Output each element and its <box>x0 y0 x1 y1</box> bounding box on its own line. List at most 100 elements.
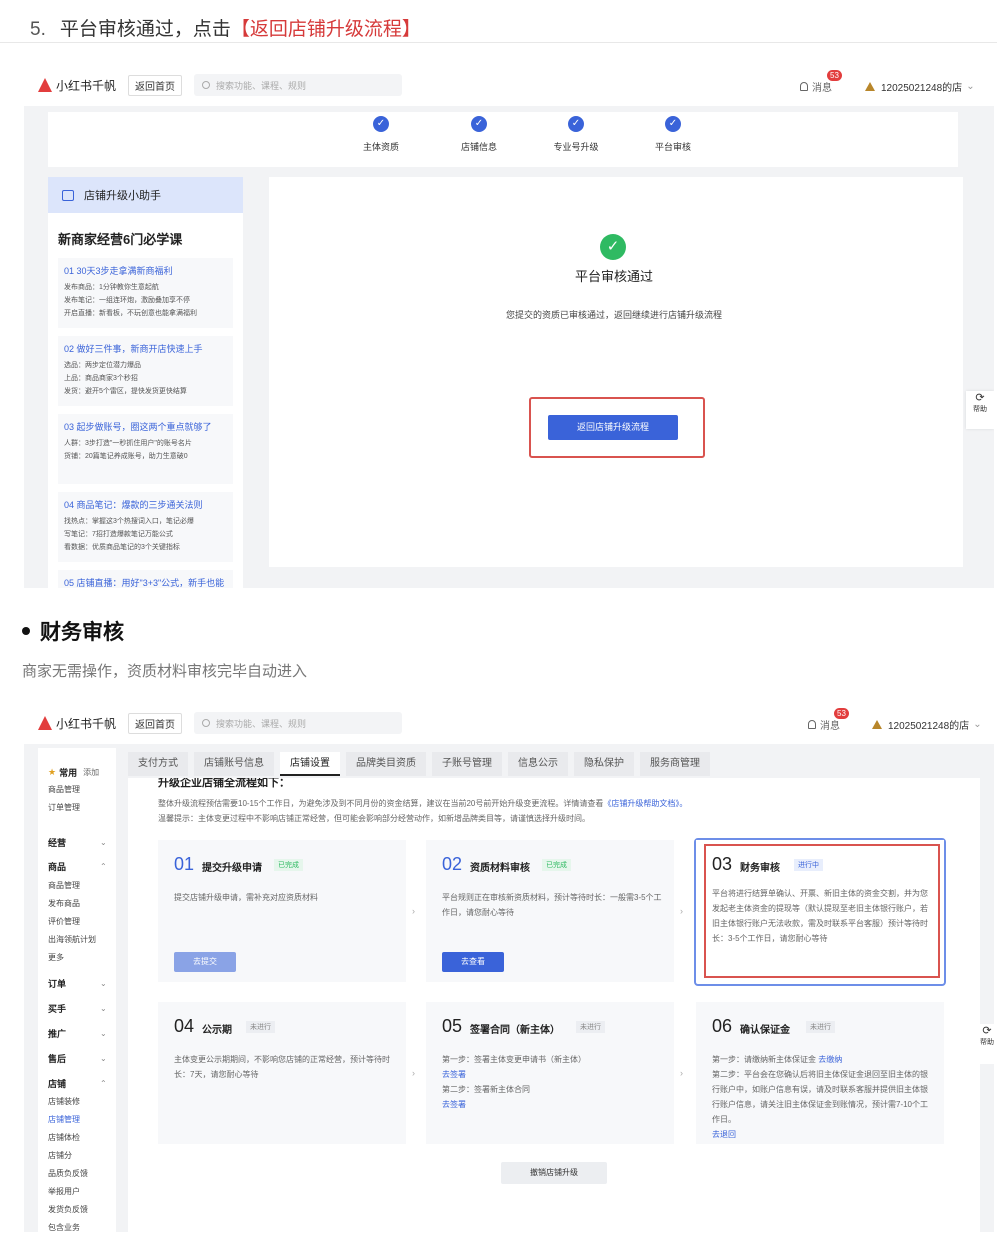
sidebar-fav[interactable]: ★ 常用 添加 <box>48 766 108 779</box>
home-button[interactable]: 返回首页 <box>128 74 183 96</box>
logo-icon <box>38 716 52 730</box>
sidebar-item-active[interactable]: 店铺管理 <box>48 1114 80 1125</box>
sidebar-item[interactable]: 订单管理 <box>48 802 80 813</box>
message-count-badge: 53 <box>834 708 849 719</box>
sidebar-item[interactable]: 店铺分 <box>48 1150 72 1161</box>
sidebar-group-goods[interactable]: 商品 ⌃ <box>48 860 108 873</box>
view-button[interactable]: 去查看 <box>442 952 504 972</box>
tab-disclosure[interactable]: 信息公示 <box>508 752 568 776</box>
tab-brand[interactable]: 品牌类目资质 <box>346 752 426 776</box>
tab-payment[interactable]: 支付方式 <box>128 752 188 776</box>
step-item: ✓ 平台审核 <box>654 116 691 152</box>
sidebar-group-orders[interactable]: 订单 ⌄ <box>48 977 108 990</box>
sidebar-item[interactable]: 商品管理 <box>48 880 80 891</box>
shop-menu[interactable]: 12025021248的店 ⌄ <box>865 79 975 94</box>
chevron-up-icon: ⌃ <box>100 1079 107 1088</box>
assistant-icon <box>62 189 74 201</box>
chevron-right-icon: › <box>412 1068 415 1078</box>
refund-link[interactable]: 去退回 <box>712 1127 932 1142</box>
tab-provider[interactable]: 服务商管理 <box>640 752 710 776</box>
sidebar-item[interactable]: 品质负反馈 <box>48 1168 88 1179</box>
sidebar-item[interactable]: 举报用户 <box>48 1186 80 1197</box>
success-check-icon: ✓ <box>600 234 626 260</box>
check-icon: ✓ <box>471 116 487 132</box>
sidebar-item[interactable]: 评价管理 <box>48 916 80 927</box>
sidebar-item[interactable]: 发货负反馈 <box>48 1204 88 1215</box>
step-instruction: 5. 平台审核通过，点击【返回店铺升级流程】 <box>30 19 421 40</box>
search-input[interactable]: 搜索功能、课程、规则 <box>194 74 403 96</box>
search-input[interactable]: 搜索功能、课程、规则 <box>194 712 403 734</box>
bell-icon <box>808 720 816 729</box>
chevron-down-icon: ⌄ <box>973 719 982 730</box>
chevron-right-icon: › <box>680 1068 683 1078</box>
screenshot-platform-review: 小红书千帆 返回首页 搜索功能、课程、规则 消息 53 12025021248的… <box>24 64 994 588</box>
bullet-icon <box>22 627 30 635</box>
sidebar-item[interactable]: 更多 <box>48 952 64 963</box>
message-button[interactable]: 消息 <box>800 79 832 94</box>
tab-bar: 支付方式 店铺账号信息 店铺设置 品牌类目资质 子账号管理 信息公示 隐私保护 … <box>128 750 994 778</box>
helper-header: 店铺升级小助手 <box>48 177 243 213</box>
message-button[interactable]: 消息 <box>808 717 840 732</box>
sidebar-group-operation[interactable]: 经营 ⌄ <box>48 836 108 849</box>
submit-button[interactable]: 去提交 <box>174 952 236 972</box>
sidebar-item[interactable]: 商品管理 <box>48 784 80 795</box>
tab-privacy[interactable]: 隐私保护 <box>574 752 634 776</box>
logo-icon <box>38 78 52 92</box>
flow-card-material-review: 02 资质材料审核 已完成 平台规则正在审核新资质材料，预计等待时长：一般需3-… <box>426 840 674 982</box>
help-doc-link[interactable]: 《店铺升级帮助文档》。 <box>603 799 687 808</box>
status-badge: 未进行 <box>806 1021 835 1033</box>
sidebar-group-shop[interactable]: 店铺 ⌃ <box>48 1077 108 1090</box>
course-card[interactable]: 02 做好三件事，新商开店快速上手 选品：两步定位潜力爆品 上品：商品商家3个秒… <box>58 336 233 406</box>
app-logo[interactable]: 小红书千帆 <box>38 715 116 732</box>
status-badge: 未进行 <box>576 1021 605 1033</box>
highlight-text: 【返回店铺升级流程】 <box>230 19 421 40</box>
check-icon: ✓ <box>373 116 389 132</box>
chevron-down-icon: ⌄ <box>966 81 975 92</box>
flow-card-deposit: 06 确认保证金 未进行 第一步：请缴纳新主体保证金 去缴纳 第二步：平台会在您… <box>696 1002 944 1144</box>
sidebar-item[interactable]: 发布商品 <box>48 898 80 909</box>
help-button[interactable]: ⟳ 帮助 <box>977 1024 994 1064</box>
sidebar-group-aftersale[interactable]: 售后 ⌄ <box>48 1052 108 1065</box>
review-result-panel: ✓ 平台审核通过 您提交的资质已审核通过，返回继续进行店铺升级流程 返回店铺升级… <box>269 177 963 567</box>
check-icon: ✓ <box>665 116 681 132</box>
helper-title: 新商家经营6门必学课 <box>58 232 183 247</box>
sign-link[interactable]: 去签署 <box>442 1067 662 1082</box>
section-paragraph: 商家无需操作，资质材料审核完毕自动进入 <box>22 663 308 680</box>
sidebar-group-buyer[interactable]: 买手 ⌄ <box>48 1002 108 1015</box>
pay-link[interactable]: 去缴纳 <box>818 1055 842 1064</box>
search-icon <box>202 719 211 727</box>
message-count-badge: 53 <box>827 70 842 81</box>
top-bar: 小红书千帆 返回首页 搜索功能、课程、规则 消息 53 12025021248的… <box>24 64 994 106</box>
tab-account[interactable]: 店铺账号信息 <box>194 752 274 776</box>
bell-icon <box>800 82 808 91</box>
return-upgrade-button[interactable]: 返回店铺升级流程 <box>548 415 678 440</box>
status-badge: 已完成 <box>274 859 303 871</box>
flow-card-publicity: 04 公示期 未进行 主体变更公示期期间，不影响您店铺的正常经营，预计等待时长：… <box>158 1002 406 1144</box>
upgrade-flow-content: 升级企业店铺全流程如下： 整体升级流程预估需要10-15个工作日，为避免涉及到不… <box>128 778 980 1232</box>
sidebar-group-promo[interactable]: 推广 ⌄ <box>48 1027 108 1040</box>
search-icon <box>202 81 211 89</box>
chevron-up-icon: ⌃ <box>100 862 107 871</box>
add-fav-link[interactable]: 添加 <box>83 767 99 778</box>
help-button[interactable]: ⟳ 帮助 <box>966 391 994 429</box>
sidebar-item[interactable]: 店铺体检 <box>48 1132 80 1143</box>
highlight-frame <box>704 844 940 978</box>
course-card[interactable]: 05 店铺直播：用好"3+3"公式，新手也能丝滑开播出单 <box>58 570 233 588</box>
flow-description: 整体升级流程预估需要10-15个工作日，为避免涉及到不同月份的资金结算，建议在当… <box>158 799 688 808</box>
step-item: ✓ 专业号升级 <box>553 116 599 152</box>
status-badge: 未进行 <box>246 1021 275 1033</box>
sidebar-item[interactable]: 店铺装修 <box>48 1096 80 1107</box>
course-card[interactable]: 03 起步做账号，圈这两个重点就够了 人群：3步打造"一秒抓住用户"的账号名片 … <box>58 414 233 484</box>
shop-menu[interactable]: 12025021248的店 ⌄ <box>872 717 982 732</box>
sidebar-item[interactable]: 包含业务 <box>48 1222 80 1232</box>
home-button[interactable]: 返回首页 <box>128 712 183 734</box>
tab-shop-settings[interactable]: 店铺设置 <box>280 752 340 776</box>
sidebar-item[interactable]: 出海领航计划 <box>48 934 96 945</box>
course-card[interactable]: 01 30天3步走拿满新商福利 发布商品：1分钟教你生意起航 发布笔记：一组连环… <box>58 258 233 328</box>
course-card[interactable]: 04 商品笔记：爆款的三步通关法则 找热点：掌握这3个热搜词入口，笔记必爆 写笔… <box>58 492 233 562</box>
tab-subaccount[interactable]: 子账号管理 <box>432 752 502 776</box>
app-logo[interactable]: 小红书千帆 <box>38 77 116 94</box>
revoke-upgrade-button[interactable]: 撤销店铺升级 <box>501 1162 607 1184</box>
chevron-down-icon: ⌄ <box>100 1029 107 1038</box>
sign-link[interactable]: 去签署 <box>442 1097 662 1112</box>
